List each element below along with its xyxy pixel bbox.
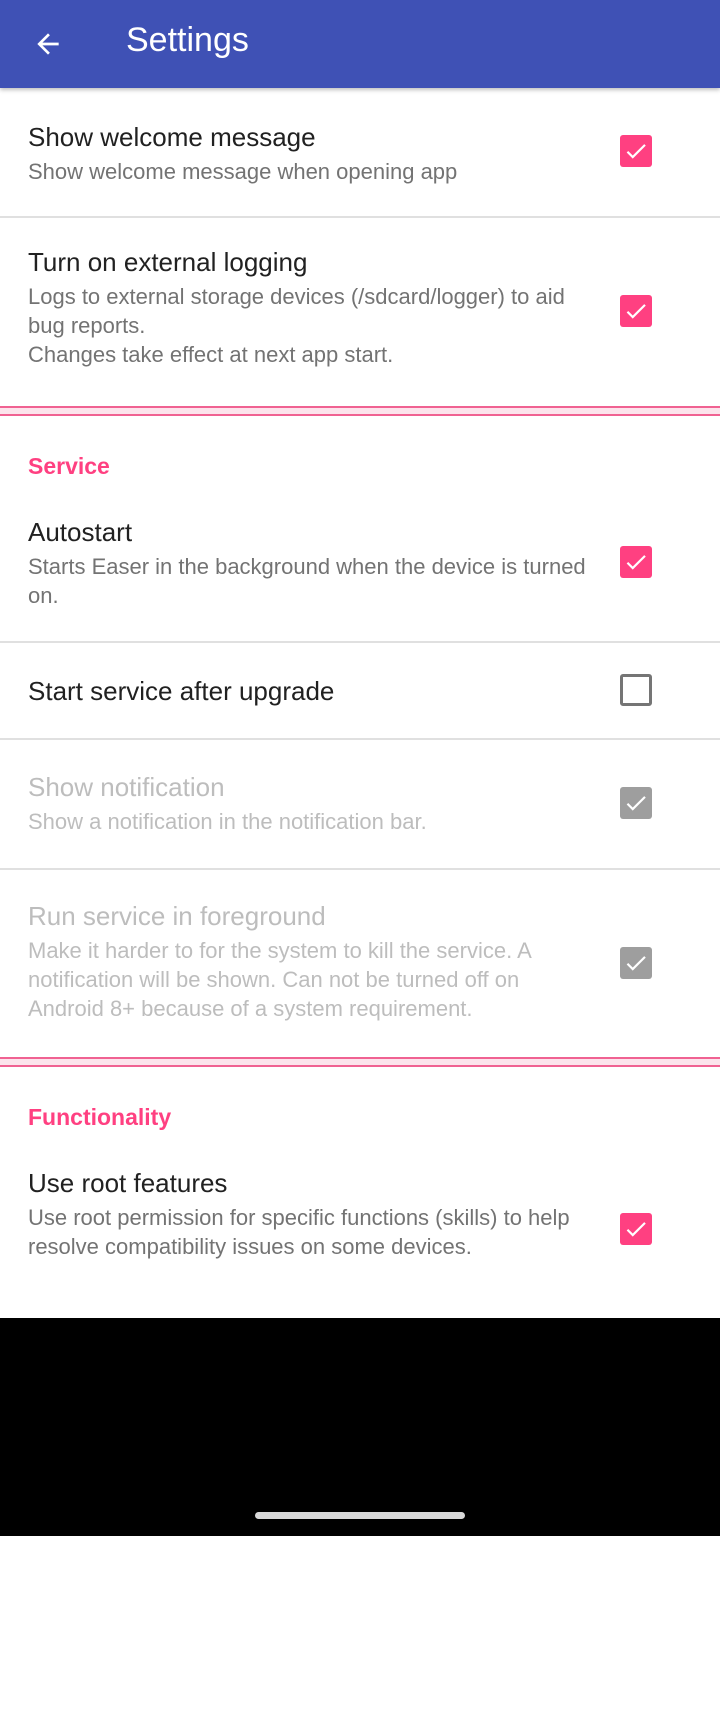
pref-title: Use root features [28, 1168, 228, 1198]
check-icon [626, 304, 646, 319]
pref-title: Show notification [28, 772, 225, 802]
pref-title: Run service in foreground [28, 901, 326, 931]
gesture-handle[interactable] [255, 1512, 465, 1519]
pref-summary: Use root permission for specific functio… [28, 1205, 570, 1259]
pref-summary: Show a notification in the notification … [28, 809, 427, 834]
check-icon [626, 796, 646, 811]
category-divider [0, 1057, 720, 1067]
root-features-checkbox[interactable] [620, 1213, 652, 1245]
pref-autostart[interactable]: Autostart Starts Easer in the background… [0, 500, 720, 640]
check-icon [626, 144, 646, 159]
pref-run-foreground[interactable]: Run service in foreground Make it harder… [0, 870, 720, 1056]
pref-start-after-upgrade[interactable]: Start service after upgrade [0, 643, 720, 738]
pref-external-logging[interactable]: Turn on external logging Logs to externa… [0, 218, 720, 404]
pref-show-notification[interactable]: Show notification Show a notification in… [0, 740, 720, 868]
category-header-service: Service [28, 453, 110, 479]
check-icon [626, 1222, 646, 1237]
run-foreground-checkbox[interactable] [620, 947, 652, 979]
pref-summary: Logs to external storage devices (/sdcar… [28, 284, 565, 367]
check-icon [626, 555, 646, 570]
pref-title: Start service after upgrade [28, 676, 335, 706]
category-divider [0, 406, 720, 416]
show-notification-checkbox[interactable] [620, 787, 652, 819]
navigation-bar [0, 1318, 720, 1536]
arrow-back-icon [37, 33, 59, 55]
pref-summary: Show welcome message when opening app [28, 159, 458, 184]
start-after-upgrade-checkbox[interactable] [620, 674, 652, 706]
logging-checkbox[interactable] [620, 295, 652, 327]
pref-welcome-message[interactable]: Show welcome message Show welcome messag… [0, 88, 720, 216]
welcome-checkbox[interactable] [620, 135, 652, 167]
pref-summary: Make it harder to for the system to kill… [28, 938, 531, 1021]
pref-root-features[interactable]: Use root features Use root permission fo… [0, 1151, 720, 1317]
back-button[interactable] [20, 16, 76, 72]
autostart-checkbox[interactable] [620, 546, 652, 578]
category-header-functionality: Functionality [28, 1104, 172, 1130]
pref-title: Show welcome message [28, 122, 316, 152]
page-title: Settings [126, 21, 249, 59]
check-icon [626, 956, 646, 971]
pref-title: Turn on external logging [28, 247, 308, 277]
pref-summary: Starts Easer in the background when the … [28, 554, 586, 608]
app-bar: Settings [0, 0, 720, 88]
pref-title: Autostart [28, 517, 133, 547]
